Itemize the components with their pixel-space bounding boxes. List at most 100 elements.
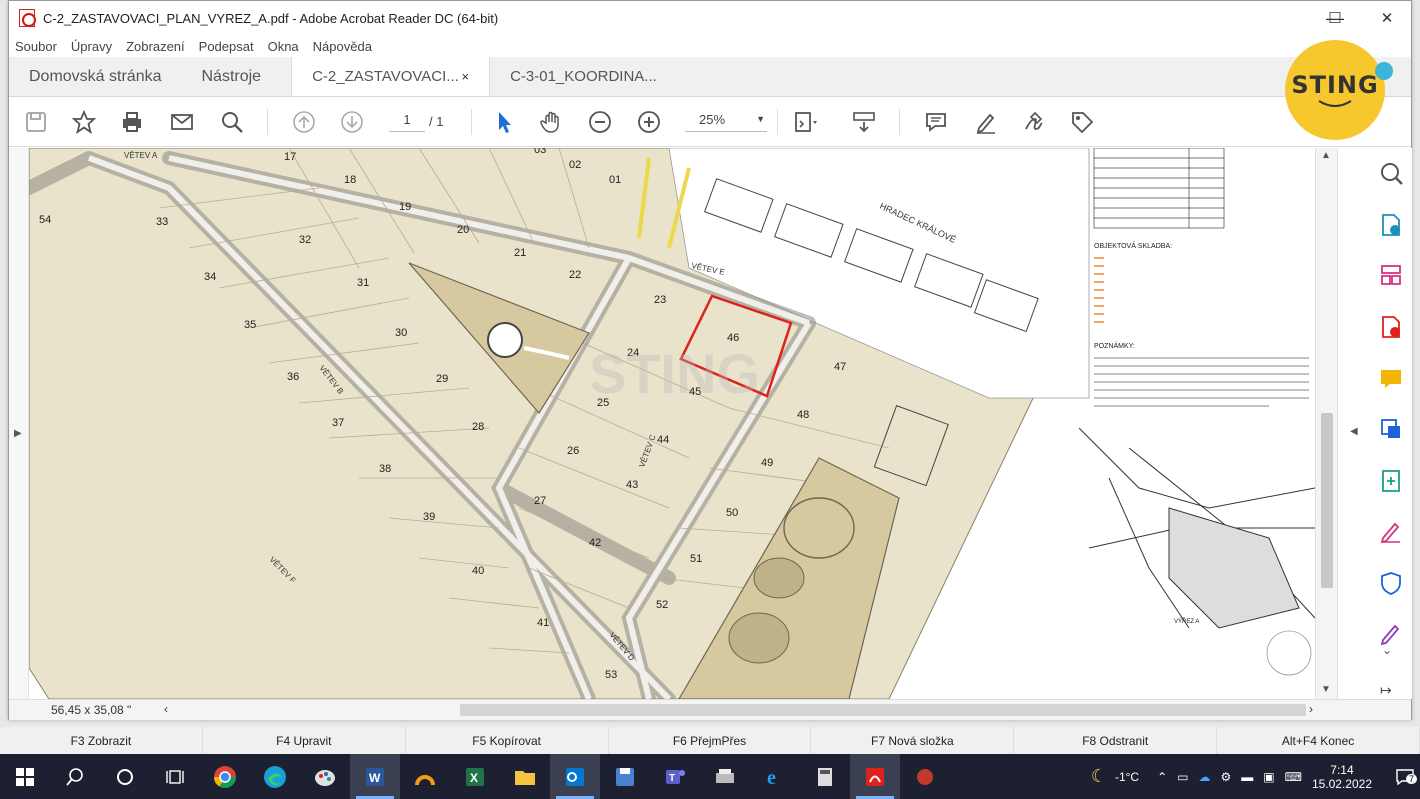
zoom-out-icon[interactable] xyxy=(585,107,615,137)
fn-f3-view[interactable]: F3 Zobrazit xyxy=(0,727,203,754)
fn-f6-move[interactable]: F6 PřejmPřes xyxy=(609,727,812,754)
previous-page-icon[interactable] xyxy=(289,107,319,137)
weather-moon-icon[interactable]: ☾ xyxy=(1091,766,1107,787)
excel-icon[interactable]: X xyxy=(450,754,500,799)
scroll-left-icon[interactable]: ‹ xyxy=(164,702,168,716)
fn-f7-new-folder[interactable]: F7 Nová složka xyxy=(811,727,1015,754)
display-icon[interactable]: ▣ xyxy=(1263,770,1274,784)
page-number-input[interactable]: 1 xyxy=(389,112,425,132)
taskbar-search-icon[interactable] xyxy=(50,754,100,799)
file-explorer-icon[interactable] xyxy=(500,754,550,799)
paint-icon[interactable] xyxy=(300,754,350,799)
clock[interactable]: 7:14 15.02.2022 xyxy=(1312,763,1372,791)
create-pdf-icon[interactable] xyxy=(1378,314,1404,340)
search-enhance-icon[interactable] xyxy=(1378,160,1404,186)
lot-number-label: 38 xyxy=(379,463,391,475)
cortana-circle-icon[interactable] xyxy=(100,754,150,799)
settings-gear-icon[interactable]: ⚙ xyxy=(1221,770,1232,784)
menu-napoveda[interactable]: Nápověda xyxy=(313,39,372,54)
battery-icon[interactable]: ▬ xyxy=(1241,770,1253,784)
notification-center-icon[interactable]: 7 xyxy=(1390,754,1420,799)
search-icon[interactable] xyxy=(217,107,247,137)
close-button[interactable]: ✕ xyxy=(1361,1,1413,35)
menu-upravy[interactable]: Úpravy xyxy=(71,39,112,54)
internet-explorer-icon[interactable]: e xyxy=(750,754,800,799)
tray-chevron-up-icon[interactable]: ⌃ xyxy=(1157,770,1167,784)
menu-zobrazeni[interactable]: Zobrazení xyxy=(126,39,185,54)
fn-f8-delete[interactable]: F8 Odstranit xyxy=(1014,727,1218,754)
red-app-icon[interactable] xyxy=(900,754,950,799)
scanner-icon[interactable] xyxy=(700,754,750,799)
fit-page-icon[interactable] xyxy=(789,107,819,137)
highlight-pen-icon[interactable] xyxy=(971,107,1001,137)
lot-number-label: 34 xyxy=(204,271,216,283)
collapse-panel-icon[interactable]: ◀ xyxy=(1350,426,1358,437)
title-bar[interactable]: C-2_ZASTAVOVACI_PLAN_VYREZ_A.pdf - Adobe… xyxy=(9,1,1411,35)
network-icon[interactable]: ▭ xyxy=(1177,770,1188,784)
tab-home[interactable]: Domovská stránka xyxy=(9,57,182,96)
stamp-tag-icon[interactable] xyxy=(1067,107,1097,137)
lot-number-label: 03 xyxy=(534,148,546,156)
pdf-document-view[interactable]: HRADEC KRÁLOVÉ 01 02 03 17 18 19 20 21 22 23 24 25 2… xyxy=(29,148,1315,699)
organize-pages-icon[interactable] xyxy=(1378,262,1404,288)
fn-f4-edit[interactable]: F4 Upravit xyxy=(203,727,406,754)
onedrive-cloud-icon[interactable]: ☁ xyxy=(1199,770,1211,784)
maximize-button[interactable]: ☐ xyxy=(1309,1,1361,35)
save-disk-app-icon[interactable] xyxy=(600,754,650,799)
tab-tools[interactable]: Nástroje xyxy=(182,57,282,96)
keyboard-icon[interactable]: ⌨ xyxy=(1285,770,1302,784)
fn-f5-copy[interactable]: F5 Kopírovat xyxy=(406,727,609,754)
edge-icon[interactable] xyxy=(250,754,300,799)
zoom-in-icon[interactable] xyxy=(634,107,664,137)
chrome-icon[interactable] xyxy=(200,754,250,799)
lot-number-label: 47 xyxy=(834,361,846,373)
svg-text:T: T xyxy=(669,773,675,784)
select-cursor-icon[interactable] xyxy=(489,107,519,137)
teams-icon[interactable]: T xyxy=(650,754,700,799)
weather-temperature[interactable]: -1°C xyxy=(1115,770,1139,784)
left-panel-toggle[interactable]: ▶ xyxy=(9,148,29,699)
next-page-icon[interactable] xyxy=(337,107,367,137)
email-icon[interactable] xyxy=(167,107,197,137)
horizontal-scroll-thumb[interactable] xyxy=(460,704,1306,716)
arc-app-icon[interactable] xyxy=(400,754,450,799)
scroll-right-icon[interactable]: › xyxy=(1309,702,1313,716)
start-windows-icon[interactable] xyxy=(0,754,50,799)
send-file-icon[interactable] xyxy=(1378,416,1404,442)
page-count: / 1 xyxy=(429,114,444,129)
save-icon[interactable] xyxy=(21,107,51,137)
comment-icon[interactable] xyxy=(921,107,951,137)
lot-number-label: 17 xyxy=(284,151,296,163)
outlook-icon[interactable] xyxy=(550,754,600,799)
menu-okna[interactable]: Okna xyxy=(268,39,299,54)
fill-sign-icon[interactable] xyxy=(1378,518,1404,544)
lot-number-label: 53 xyxy=(605,669,617,681)
sign-icon[interactable] xyxy=(1019,107,1049,137)
zoom-select[interactable]: 25% ▼ xyxy=(685,112,767,132)
menu-soubor[interactable]: Soubor xyxy=(15,39,57,54)
calculator-icon[interactable] xyxy=(800,754,850,799)
vertical-scroll-thumb[interactable] xyxy=(1321,413,1333,588)
protect-shield-icon[interactable] xyxy=(1378,570,1404,596)
word-icon[interactable]: W xyxy=(350,754,400,799)
scroll-down-icon[interactable]: ▼ xyxy=(1321,684,1331,695)
task-view-icon[interactable] xyxy=(150,754,200,799)
vertical-scrollbar[interactable]: ▲ ▼ xyxy=(1315,148,1337,699)
bookmark-star-icon[interactable] xyxy=(69,107,99,137)
menu-podepsat[interactable]: Podepsat xyxy=(199,39,254,54)
scroll-up-icon[interactable]: ▲ xyxy=(1321,150,1331,161)
acrobat-taskbar-icon[interactable] xyxy=(850,754,900,799)
compress-pdf-icon[interactable] xyxy=(1378,468,1404,494)
tab-document-active[interactable]: C-2_ZASTAVOVACI... × xyxy=(291,57,490,96)
expand-left-icon[interactable]: ▶ xyxy=(14,428,22,439)
collapse-right-icon[interactable]: ↦ xyxy=(1380,682,1392,699)
keyboard-scroll-icon[interactable] xyxy=(849,107,879,137)
tab-close-icon[interactable]: × xyxy=(461,69,469,84)
tab-document-2[interactable]: C-3-01_KOORDINA... xyxy=(489,57,688,96)
fn-alt-f4-exit[interactable]: Alt+F4 Konec xyxy=(1217,727,1420,754)
more-tools-chevron-icon[interactable]: ⌄ xyxy=(1382,643,1392,657)
export-pdf-icon[interactable] xyxy=(1378,212,1404,238)
hand-tool-icon[interactable] xyxy=(537,107,567,137)
comment-panel-icon[interactable] xyxy=(1378,366,1404,392)
print-icon[interactable] xyxy=(117,107,147,137)
